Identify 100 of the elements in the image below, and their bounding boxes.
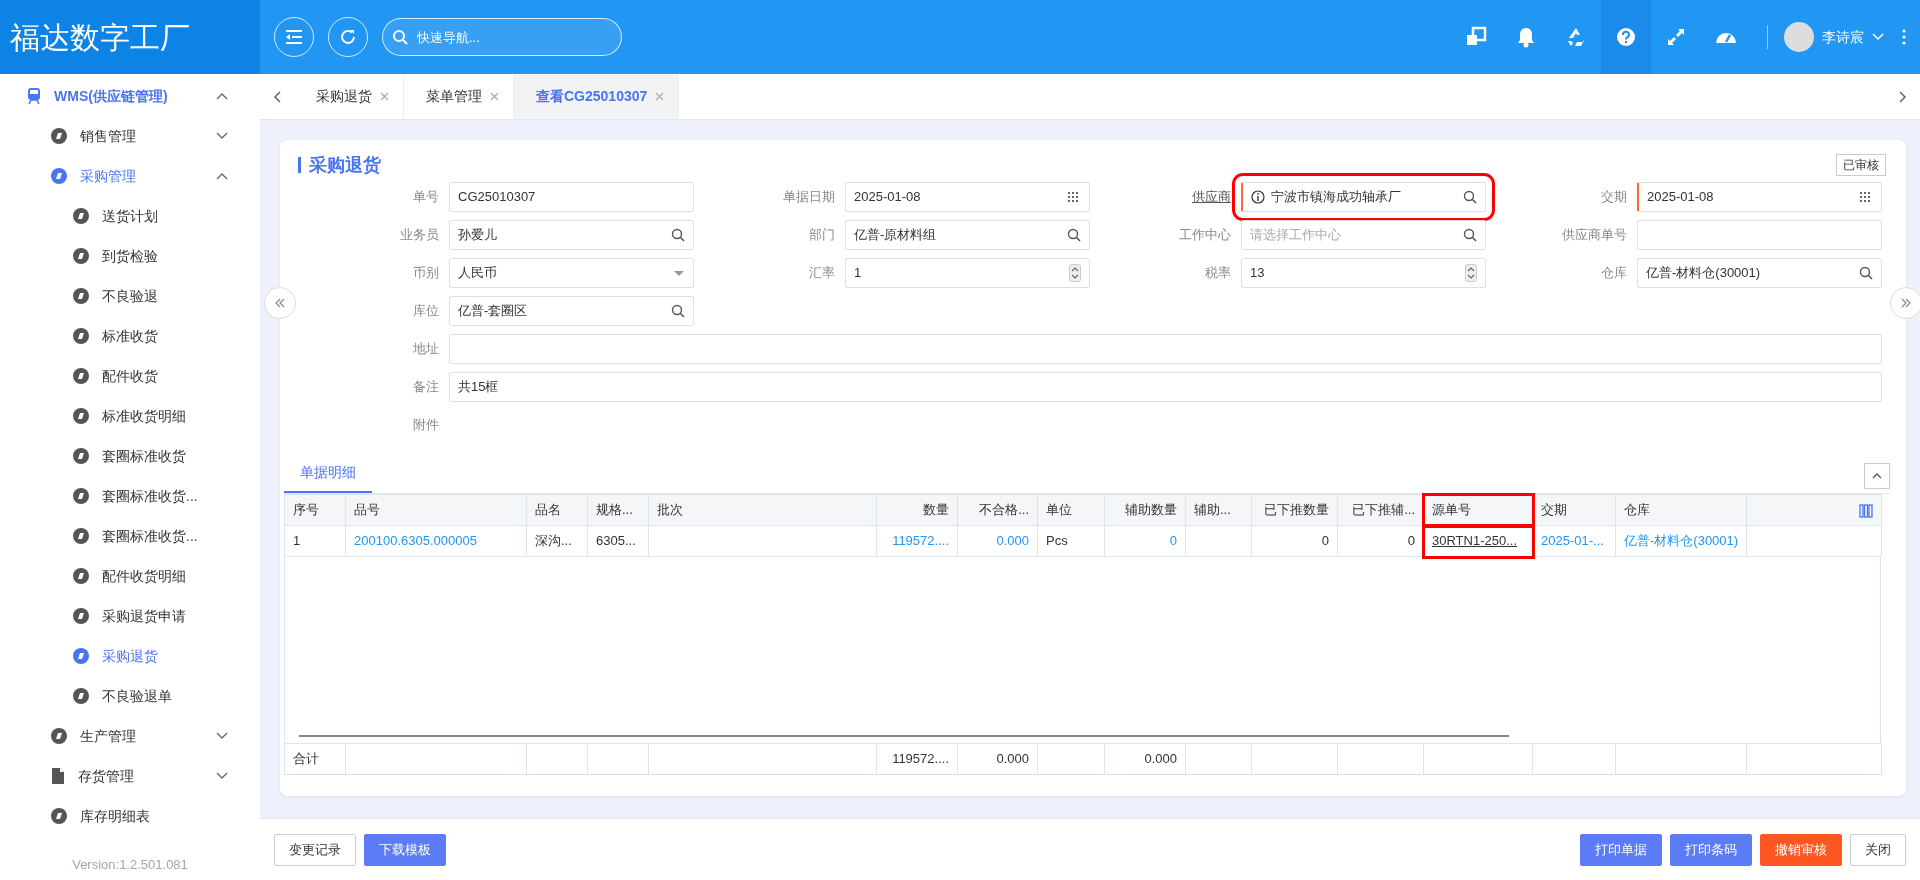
search-field[interactable]: 快速导航... (382, 18, 622, 56)
scroll-right-icon[interactable] (1899, 90, 1907, 103)
sidebar-item[interactable]: 存货管理 (0, 756, 260, 796)
avatar[interactable] (1784, 22, 1814, 52)
column-header: 规格... (587, 494, 649, 526)
table-cell: 6305... (587, 525, 649, 557)
column-header: 辅助... (1185, 494, 1252, 526)
action-button[interactable]: 打印单据 (1580, 833, 1662, 866)
action-button[interactable]: 关闭 (1850, 833, 1906, 866)
chevron-icon[interactable] (216, 172, 228, 180)
sidebar-item[interactable]: 配件收货明细 (0, 556, 260, 596)
sidebar-item[interactable]: 送货计划 (0, 196, 260, 236)
calendar-icon[interactable] (1067, 191, 1081, 203)
input-field[interactable]: CG25010307 (449, 182, 694, 212)
search-icon[interactable] (1067, 228, 1081, 242)
column-header: 源单号 (1423, 494, 1533, 526)
module-icon (72, 647, 90, 665)
file-icon (50, 767, 66, 785)
sidebar-item[interactable]: 采购退货申请 (0, 596, 260, 636)
table-cell: 0 (1251, 525, 1338, 557)
spinner-icon[interactable] (1069, 264, 1081, 282)
scroll-left-icon[interactable] (273, 90, 281, 103)
column-header: 仓库 (1615, 494, 1747, 526)
action-button[interactable]: 打印条码 (1670, 833, 1752, 866)
search-icon[interactable] (1463, 190, 1477, 204)
field-label: 地址 (412, 340, 439, 358)
caret-icon[interactable] (1872, 33, 1884, 41)
sidebar-item[interactable]: 不良验退 (0, 276, 260, 316)
chevron-icon[interactable] (216, 132, 228, 140)
field-label: 库位 (412, 302, 439, 320)
sidebar-item[interactable]: 不良验退单 (0, 676, 260, 716)
input-field[interactable]: 人民币 (449, 258, 694, 288)
sidebar-item[interactable]: 标准收货 (0, 316, 260, 356)
close-icon[interactable] (490, 92, 499, 101)
calendar-icon[interactable] (1859, 191, 1873, 203)
sidebar-item[interactable]: 生产管理 (0, 716, 260, 756)
search-icon (392, 29, 408, 45)
table-cell: 119572.... (876, 743, 958, 775)
table-cell: 0.000 (1104, 743, 1186, 775)
column-header: 辅助数量 (1104, 494, 1186, 526)
column-header: 交期 (1532, 494, 1616, 526)
sidebar-item[interactable]: 套圈标准收货... (0, 476, 260, 516)
dropdown-icon[interactable] (673, 269, 685, 277)
module-icon (50, 127, 68, 145)
input-field[interactable]: 13 (1241, 258, 1486, 288)
page-tab[interactable]: 采购退货 (294, 74, 404, 119)
module-icon (50, 727, 68, 745)
sidebar-item[interactable]: 采购退货 (0, 636, 260, 676)
sidebar-item[interactable]: 采购管理 (0, 156, 260, 196)
input-field[interactable] (449, 334, 1882, 364)
page-tab[interactable]: 查看CG25010307 (514, 74, 680, 119)
module-icon (72, 687, 90, 705)
module-icon (50, 167, 68, 185)
sidebar-item[interactable]: WMS(供应链管理) (0, 76, 260, 116)
help-icon[interactable] (1601, 0, 1651, 74)
input-field[interactable] (1637, 220, 1882, 250)
input-field[interactable]: 孙爱儿 (449, 220, 694, 250)
action-button[interactable]: 下载模板 (364, 833, 446, 866)
field-label: 交期 (1600, 188, 1627, 206)
table-link[interactable]: 30RTN1-250... (1423, 525, 1533, 557)
table-cell: 1 (284, 525, 346, 557)
field-label: 汇率 (808, 264, 835, 282)
columns-icon[interactable] (1859, 503, 1873, 518)
field-label[interactable]: 供应商 (1100, 182, 1231, 212)
input-field[interactable]: 2025-01-08 (845, 182, 1090, 212)
chevron-icon[interactable] (216, 732, 228, 740)
collapse-button[interactable] (1864, 463, 1890, 489)
sidebar-item[interactable]: 销售管理 (0, 116, 260, 156)
column-header: 品名 (526, 494, 588, 526)
search-icon[interactable] (671, 228, 685, 242)
input-field[interactable]: 亿普-原材料组 (845, 220, 1090, 250)
sidebar-item[interactable]: 标准收货明细 (0, 396, 260, 436)
search-icon[interactable] (1859, 266, 1873, 280)
input-field[interactable]: 共15框 (449, 372, 1882, 402)
sidebar-item[interactable]: 套圈标准收货 (0, 436, 260, 476)
sidebar-item[interactable]: 套圈标准收货... (0, 516, 260, 556)
sidebar-item[interactable]: 配件收货 (0, 356, 260, 396)
search-icon[interactable] (1463, 228, 1477, 242)
field-label: 供应商单号 (1561, 226, 1627, 244)
search-icon[interactable] (671, 304, 685, 318)
chevron-icon[interactable] (216, 772, 228, 780)
action-button[interactable]: 变更记录 (274, 833, 356, 866)
sidebar-item[interactable]: 库存明细表 (0, 796, 260, 836)
input-field[interactable]: 1 (845, 258, 1090, 288)
field-label: 税率 (1204, 264, 1231, 282)
module-icon (72, 247, 90, 265)
sidebar-item[interactable]: 到货检验 (0, 236, 260, 276)
menu-icon (285, 29, 303, 45)
field-label: 币别 (412, 264, 439, 282)
chevron-icon[interactable] (216, 92, 228, 100)
more-icon[interactable] (1902, 29, 1906, 45)
close-icon[interactable] (655, 92, 665, 101)
input-field[interactable]: 亿普-材料仓(30001) (1637, 258, 1882, 288)
input-field[interactable]: 亿普-套圈区 (449, 296, 694, 326)
field-label: 单据日期 (782, 188, 835, 206)
close-icon[interactable] (380, 92, 389, 101)
spinner-icon[interactable] (1465, 264, 1477, 282)
refresh-icon (339, 28, 357, 46)
input-field[interactable]: 2025-01-08 (1637, 182, 1882, 212)
module-icon (72, 567, 90, 585)
